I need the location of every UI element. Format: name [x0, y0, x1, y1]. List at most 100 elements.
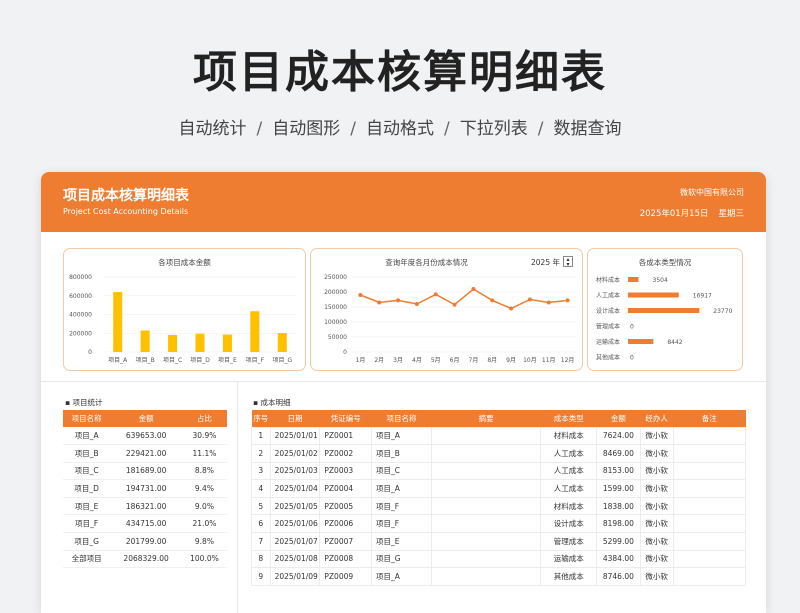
table-cell[interactable] — [672, 532, 747, 551]
table-cell[interactable]: 项目_B — [371, 444, 432, 463]
table-cell[interactable]: 微小软 — [639, 426, 674, 446]
table-cell[interactable]: 2 — [251, 444, 271, 463]
table-cell[interactable]: 3 — [251, 461, 271, 481]
table-row[interactable]: 项目_A 639653.00 30.9% — [63, 427, 227, 446]
table-row[interactable]: 6 2025/01/06 PZ0006 项目_F 设计成本 8198.00 微小软 — [251, 514, 747, 534]
table-cell[interactable] — [430, 479, 542, 498]
table-cell[interactable]: 材料成本 — [540, 426, 598, 446]
table-cell[interactable]: 项目_E — [371, 532, 432, 551]
table-cell[interactable]: 5 — [251, 496, 271, 516]
table-cell[interactable] — [430, 496, 542, 516]
table-cell[interactable]: 2025/01/03 — [269, 461, 321, 481]
table-cell[interactable]: 2025/01/09 — [269, 567, 321, 586]
table-row[interactable]: 项目_C 181689.00 8.8% — [63, 462, 227, 481]
table-cell[interactable] — [672, 461, 747, 481]
table-cell[interactable] — [672, 444, 747, 463]
table-cell[interactable] — [672, 567, 747, 586]
table-cell[interactable] — [672, 549, 747, 569]
table-row[interactable]: 9 2025/01/09 PZ0009 项目_A 其他成本 8746.00 微小软 — [251, 567, 747, 586]
table-cell[interactable] — [672, 496, 747, 516]
table-cell[interactable] — [430, 567, 542, 586]
table-cell[interactable]: 人工成本 — [540, 444, 598, 463]
table-row[interactable]: 3 2025/01/03 PZ0003 项目_C 人工成本 8153.00 微小软 — [251, 461, 747, 481]
table-row[interactable]: 项目_E 186321.00 9.0% — [63, 497, 227, 516]
table-cell[interactable] — [430, 461, 542, 481]
table-cell[interactable]: 项目_A — [371, 426, 432, 446]
table-cell[interactable]: 项目_F — [371, 514, 432, 534]
table-cell[interactable]: 微小软 — [639, 479, 674, 498]
table-cell[interactable]: 1599.00 — [596, 479, 641, 498]
table-cell[interactable] — [430, 444, 542, 463]
table-row[interactable]: 项目_F 434715.00 21.0% — [63, 514, 227, 534]
table-cell[interactable]: PZ0006 — [319, 514, 373, 534]
table-cell[interactable]: 运输成本 — [540, 549, 598, 569]
table-row[interactable]: 2 2025/01/02 PZ0002 项目_B 人工成本 8469.00 微小软 — [251, 444, 747, 463]
table-cell[interactable]: 2025/01/07 — [269, 532, 321, 551]
table-cell[interactable]: 1838.00 — [596, 496, 641, 516]
table-cell[interactable]: 2025/01/02 — [269, 444, 321, 463]
table-cell[interactable]: 5299.00 — [596, 532, 641, 551]
table-cell[interactable] — [430, 532, 542, 551]
table-cell[interactable]: 微小软 — [639, 549, 674, 569]
table-row[interactable]: 项目_G 201799.00 9.8% — [63, 532, 227, 551]
table-row[interactable]: 项目_B 229421.00 11.1% — [63, 444, 227, 463]
table-cell[interactable]: 项目_A — [371, 479, 432, 498]
table-cell[interactable]: 8153.00 — [596, 461, 641, 481]
table-cell[interactable]: 微小软 — [639, 444, 674, 463]
table-cell[interactable]: 项目_C — [371, 461, 432, 481]
table-cell[interactable]: 7 — [251, 532, 271, 551]
table-cell[interactable] — [672, 514, 747, 534]
table-cell[interactable]: 微小软 — [639, 461, 674, 481]
table-row[interactable]: 1 2025/01/01 PZ0001 项目_A 材料成本 7624.00 微小软 — [251, 426, 747, 446]
table-cell[interactable]: 4384.00 — [596, 549, 641, 569]
table-row[interactable]: 全部项目 2068329.00 100.0% — [63, 550, 227, 569]
table-cell[interactable]: 2025/01/04 — [269, 479, 321, 498]
table-cell[interactable] — [430, 426, 542, 446]
table-cell[interactable]: 8746.00 — [596, 567, 641, 586]
table-cell[interactable]: PZ0001 — [319, 426, 373, 446]
table-cell[interactable] — [672, 426, 747, 446]
table-cell[interactable]: 8198.00 — [596, 514, 641, 534]
table-row[interactable]: 项目_D 194731.00 9.4% — [63, 479, 227, 498]
y-tick-label: 200000 — [324, 289, 347, 296]
table-cell[interactable]: 4 — [251, 479, 271, 498]
table-cell[interactable]: 其他成本 — [540, 567, 598, 586]
table-row[interactable]: 7 2025/01/07 PZ0007 项目_E 管理成本 5299.00 微小软 — [251, 532, 747, 551]
table-cell[interactable]: 2025/01/05 — [269, 496, 321, 516]
table-cell[interactable]: 设计成本 — [540, 514, 598, 534]
table-cell[interactable] — [430, 549, 542, 569]
table-cell[interactable]: 9 — [251, 567, 271, 586]
table-cell[interactable]: 6 — [251, 514, 271, 534]
table-cell[interactable]: 8 — [251, 549, 271, 569]
table-cell[interactable]: 微小软 — [639, 567, 674, 586]
table-cell[interactable]: PZ0004 — [319, 479, 373, 498]
table-row[interactable]: 4 2025/01/04 PZ0004 项目_A 人工成本 1599.00 微小软 — [251, 479, 747, 498]
project-cost-bar-chart: 0 200000 400000 600000 800000 项目_A 项目_B 项目_C 项目_… — [69, 274, 296, 364]
table-cell[interactable]: PZ0008 — [319, 549, 373, 569]
table-cell[interactable]: 8469.00 — [596, 444, 641, 463]
table-cell[interactable]: 人工成本 — [540, 461, 598, 481]
table-cell[interactable]: 微小软 — [639, 496, 674, 516]
table-cell[interactable]: 项目_A — [371, 567, 432, 586]
table-cell[interactable]: 材料成本 — [540, 496, 598, 516]
table-cell[interactable]: 7624.00 — [596, 426, 641, 446]
table-cell[interactable]: 微小软 — [639, 514, 674, 534]
table-cell[interactable]: PZ0005 — [319, 496, 373, 516]
table-cell[interactable]: 项目_G — [371, 549, 432, 569]
table-cell[interactable]: 1 — [251, 426, 271, 446]
table-cell[interactable]: 2025/01/01 — [269, 426, 321, 446]
table-cell[interactable] — [672, 479, 747, 498]
table-cell[interactable]: 2025/01/08 — [269, 549, 321, 569]
table-cell[interactable]: PZ0002 — [319, 444, 373, 463]
table-cell[interactable]: PZ0009 — [319, 567, 373, 586]
table-cell[interactable]: 微小软 — [639, 532, 674, 551]
table-cell[interactable]: 人工成本 — [540, 479, 598, 498]
table-row[interactable]: 8 2025/01/08 PZ0008 项目_G 运输成本 4384.00 微小软 — [251, 549, 747, 569]
table-row[interactable]: 5 2025/01/05 PZ0005 项目_F 材料成本 1838.00 微小软 — [251, 496, 747, 516]
table-cell[interactable]: 项目_F — [371, 496, 432, 516]
table-cell[interactable]: PZ0003 — [319, 461, 373, 481]
table-cell[interactable] — [430, 514, 542, 534]
table-cell[interactable]: 管理成本 — [540, 532, 598, 551]
table-cell[interactable]: 2025/01/06 — [269, 514, 321, 534]
table-cell[interactable]: PZ0007 — [319, 532, 373, 551]
